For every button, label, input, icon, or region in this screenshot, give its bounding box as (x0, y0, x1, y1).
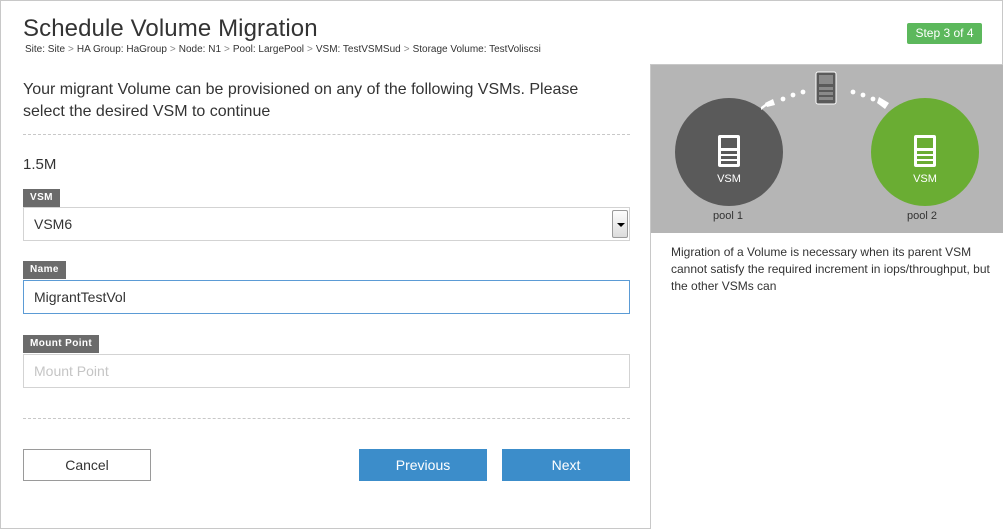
volume-size: 1.5M (23, 156, 57, 173)
chevron-down-icon[interactable] (612, 210, 628, 238)
breadcrumb-site: Site: Site (25, 44, 66, 55)
breadcrumb-separator: > (68, 44, 74, 55)
breadcrumb-node: Node: N1 (178, 44, 222, 55)
pool-2-label: pool 2 (907, 210, 937, 222)
vsm-label: VSM (23, 189, 60, 207)
step-badge: Step 3 of 4 (907, 23, 982, 44)
name-label: Name (23, 261, 66, 279)
mount-point-label: Mount Point (23, 335, 100, 353)
breadcrumb-pool: Pool: LargePool (232, 44, 305, 55)
previous-button[interactable]: Previous (359, 449, 487, 481)
mount-point-input[interactable] (34, 355, 629, 387)
breadcrumb-ha-group: HA Group: HaGroup (76, 44, 167, 55)
migration-illustration: VSM VSM pool 1 pool 2 (651, 64, 1003, 233)
vsm-select-value: VSM6 (34, 216, 73, 232)
breadcrumb-storage-volume: Storage Volume: TestVoliscsi (412, 44, 541, 55)
breadcrumb-separator: > (403, 44, 410, 55)
page-title: Schedule Volume Migration (23, 15, 318, 42)
migration-arrow-icon (761, 89, 889, 110)
next-button[interactable]: Next (502, 449, 630, 481)
source-vsm-label: VSM (717, 173, 741, 185)
info-text: Migration of a Volume is necessary when … (671, 245, 990, 293)
vsm-select[interactable]: VSM6 (23, 207, 630, 241)
divider (23, 418, 630, 419)
breadcrumb-separator: > (224, 44, 230, 55)
dialog: Schedule Volume Migration Site: Site > HA … (0, 0, 1003, 529)
info-panel: VSM VSM pool 1 pool 2 Migration of a Vol… (650, 64, 1003, 529)
breadcrumb-vsm: VSM: TestVSMSud (315, 44, 401, 55)
divider (23, 134, 630, 135)
breadcrumb: Site: Site > HA Group: HaGroup > Node: N1 > Po… (25, 44, 541, 55)
destination-vsm-label: VSM (913, 173, 937, 185)
breadcrumb-separator: > (307, 44, 313, 55)
mount-point-field[interactable] (23, 354, 630, 388)
cancel-button[interactable]: Cancel (23, 449, 151, 481)
server-icon (718, 135, 740, 167)
breadcrumb-separator: > (169, 44, 176, 55)
name-field[interactable] (23, 280, 630, 314)
server-icon (914, 135, 936, 167)
pool-1-label: pool 1 (713, 210, 743, 222)
name-input[interactable] (34, 281, 629, 313)
intro-text: Your migrant Volume can be provisioned o… (23, 81, 579, 120)
